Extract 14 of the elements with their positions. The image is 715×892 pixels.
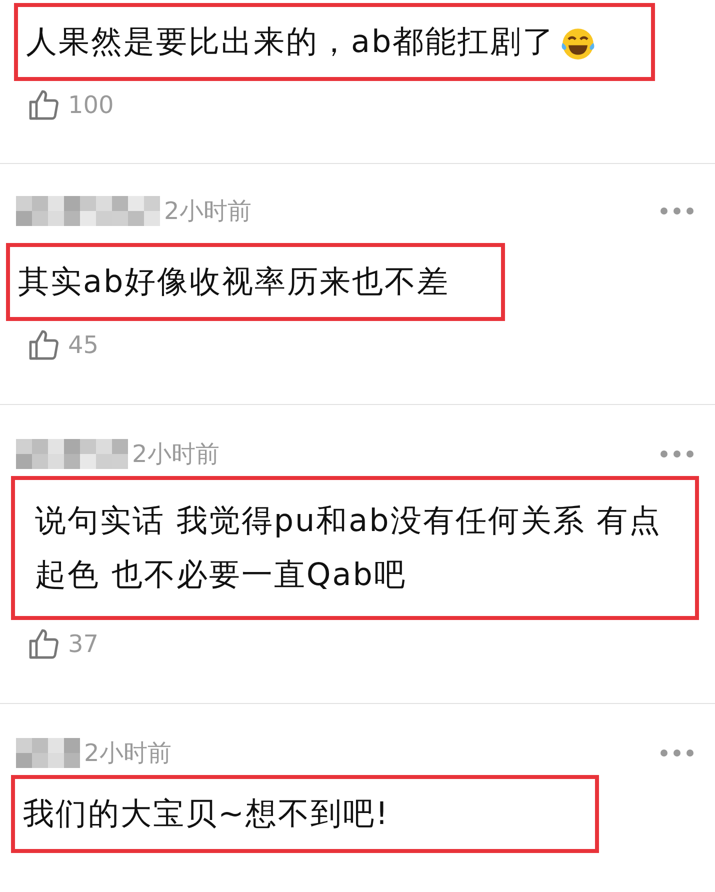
like-count: 100 bbox=[68, 90, 114, 121]
comment-time: 2小时前 bbox=[164, 196, 252, 227]
like-count: 37 bbox=[68, 629, 99, 660]
comment-text: 人果然是要比出来的，ab都能扛剧了 bbox=[14, 3, 655, 81]
comment-text: 其实ab好像收视率历来也不差 bbox=[6, 243, 505, 321]
more-options-icon[interactable] bbox=[659, 748, 695, 758]
more-options-icon[interactable] bbox=[659, 449, 695, 459]
comment-text: 我们的大宝贝~想不到吧! bbox=[11, 775, 599, 853]
more-options-icon[interactable] bbox=[659, 206, 695, 216]
comment-text: 说句实话 我觉得pu和ab没有任何关系 有点起色 也不必要一直Qab吧 bbox=[11, 476, 699, 620]
blurred-username bbox=[16, 738, 80, 768]
comment-time: 2小时前 bbox=[132, 439, 220, 470]
comment-time: 2小时前 bbox=[84, 738, 172, 769]
like-count: 45 bbox=[68, 330, 99, 361]
